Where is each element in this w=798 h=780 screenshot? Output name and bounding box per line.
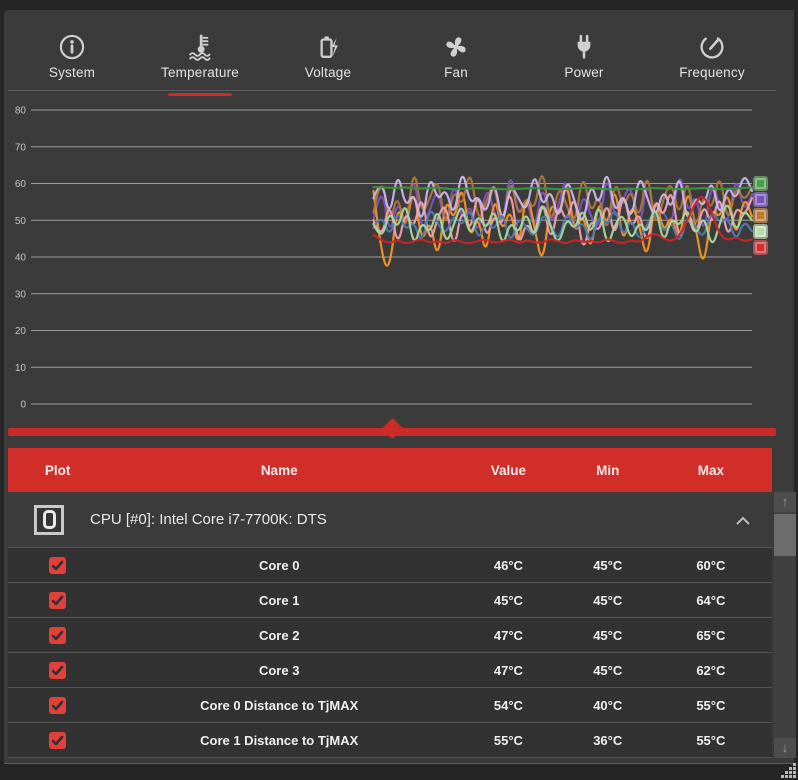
svg-text:70: 70 bbox=[15, 142, 27, 153]
svg-text:0: 0 bbox=[20, 400, 26, 411]
table-row[interactable]: Core 1 45°C 45°C 64°C bbox=[8, 583, 772, 618]
endpoint-chip bbox=[753, 208, 768, 223]
tab-fan[interactable]: Fan bbox=[392, 18, 520, 90]
row-value: 47°C bbox=[493, 662, 523, 678]
col-header-value: Value bbox=[490, 462, 527, 478]
sensor-table: Plot Name Value Min Max CPU [#0]: Intel … bbox=[8, 448, 772, 758]
row-max: 64°C bbox=[696, 592, 726, 608]
plug-icon bbox=[569, 32, 599, 62]
endpoint-chip bbox=[753, 192, 768, 207]
row-name: Core 0 Distance to TjMAX bbox=[200, 697, 359, 713]
row-value: 47°C bbox=[493, 627, 523, 643]
svg-text:50: 50 bbox=[15, 216, 27, 227]
plot-checkbox[interactable] bbox=[49, 556, 67, 574]
tab-label: Fan bbox=[444, 65, 468, 80]
fan-icon bbox=[441, 32, 471, 62]
group-checkbox-glyph bbox=[42, 510, 56, 529]
row-min: 45°C bbox=[593, 662, 623, 678]
tabbar-divider bbox=[8, 90, 776, 91]
table-header: Plot Name Value Min Max bbox=[8, 448, 772, 492]
col-header-min: Min bbox=[596, 462, 620, 478]
svg-text:30: 30 bbox=[15, 289, 27, 300]
plot-checkbox[interactable] bbox=[49, 696, 67, 714]
row-value: 46°C bbox=[493, 557, 523, 573]
svg-text:80: 80 bbox=[15, 106, 27, 117]
thermometer-icon bbox=[185, 32, 215, 62]
row-max: 55°C bbox=[696, 732, 726, 748]
tab-bar: System Temperature Voltage Fan Power Fre… bbox=[8, 18, 776, 90]
row-name: Core 1 Distance to TjMAX bbox=[200, 732, 359, 748]
row-name: Core 1 bbox=[258, 592, 300, 608]
row-max: 60°C bbox=[696, 557, 726, 573]
table-row[interactable]: Core 1 Distance to TjMAX 55°C 36°C 55°C bbox=[8, 723, 772, 758]
timeline-slider[interactable] bbox=[8, 417, 776, 440]
tab-frequency[interactable]: Frequency bbox=[648, 18, 776, 90]
row-name: Core 2 bbox=[258, 627, 300, 643]
plot-checkbox[interactable] bbox=[49, 731, 67, 749]
row-min: 45°C bbox=[593, 557, 623, 573]
tab-system[interactable]: System bbox=[8, 18, 136, 90]
battery-bolt-icon bbox=[313, 32, 343, 62]
temperature-chart: 80 70 60 50 40 30 20 10 0 bbox=[15, 106, 754, 411]
tab-power[interactable]: Power bbox=[520, 18, 648, 90]
table-row[interactable]: Core 0 Distance to TjMAX 54°C 40°C 55°C bbox=[8, 688, 772, 723]
tab-label: Frequency bbox=[679, 65, 745, 80]
row-max: 62°C bbox=[696, 662, 726, 678]
monitor-panel: System Temperature Voltage Fan Power Fre… bbox=[4, 10, 796, 764]
table-row[interactable]: Core 0 46°C 45°C 60°C bbox=[8, 548, 772, 583]
row-min: 36°C bbox=[593, 732, 623, 748]
tab-voltage[interactable]: Voltage bbox=[264, 18, 392, 90]
table-rows: Core 0 46°C 45°C 60°C Core 1 45°C 45°C 6… bbox=[8, 548, 772, 758]
tab-label: Temperature bbox=[161, 65, 239, 80]
tab-label: System bbox=[48, 65, 96, 80]
tab-label: Power bbox=[564, 65, 604, 80]
scroll-down-button[interactable]: ↓ bbox=[774, 738, 796, 758]
svg-text:40: 40 bbox=[15, 253, 27, 264]
chart-endpoint-markers bbox=[753, 176, 769, 256]
group-checkbox[interactable] bbox=[34, 504, 64, 535]
row-min: 45°C bbox=[593, 592, 623, 608]
table-scrollbar[interactable]: ↑ ↓ bbox=[774, 492, 796, 758]
row-max: 65°C bbox=[696, 627, 726, 643]
tab-temperature[interactable]: Temperature bbox=[136, 18, 264, 90]
plot-checkbox[interactable] bbox=[49, 591, 67, 609]
plot-checkbox[interactable] bbox=[49, 626, 67, 644]
row-value: 45°C bbox=[493, 592, 523, 608]
tab-label: Voltage bbox=[304, 65, 352, 80]
row-min: 40°C bbox=[593, 697, 623, 713]
row-name: Core 3 bbox=[258, 662, 300, 678]
gauge-icon bbox=[697, 32, 727, 62]
endpoint-chip bbox=[753, 224, 768, 239]
svg-text:10: 10 bbox=[15, 363, 27, 374]
info-icon bbox=[57, 32, 87, 62]
table-row[interactable]: Core 3 47°C 45°C 62°C bbox=[8, 653, 772, 688]
table-row[interactable]: Core 2 47°C 45°C 65°C bbox=[8, 618, 772, 653]
endpoint-chip bbox=[753, 240, 768, 255]
svg-text:20: 20 bbox=[15, 326, 27, 337]
sensor-group-title: CPU [#0]: Intel Core i7-7700K: DTS bbox=[90, 511, 327, 528]
endpoint-chip bbox=[753, 176, 768, 191]
sensor-group-row[interactable]: CPU [#0]: Intel Core i7-7700K: DTS bbox=[8, 492, 772, 548]
scrollbar-thumb[interactable] bbox=[774, 514, 796, 556]
resize-grip-icon[interactable] bbox=[781, 763, 797, 779]
row-name: Core 0 bbox=[258, 557, 300, 573]
row-value: 55°C bbox=[493, 732, 523, 748]
chevron-up-icon[interactable] bbox=[734, 514, 752, 526]
plot-checkbox[interactable] bbox=[49, 661, 67, 679]
col-header-name: Name bbox=[260, 462, 298, 478]
row-max: 55°C bbox=[696, 697, 726, 713]
row-value: 54°C bbox=[493, 697, 523, 713]
col-header-max: Max bbox=[697, 462, 724, 478]
app-window: { "accent_color": "#d12d29", "tabs": { "… bbox=[0, 0, 798, 780]
row-min: 45°C bbox=[593, 627, 623, 643]
col-header-plot: Plot bbox=[44, 462, 71, 478]
svg-text:60: 60 bbox=[15, 179, 27, 190]
scroll-up-button[interactable]: ↑ bbox=[774, 492, 796, 512]
